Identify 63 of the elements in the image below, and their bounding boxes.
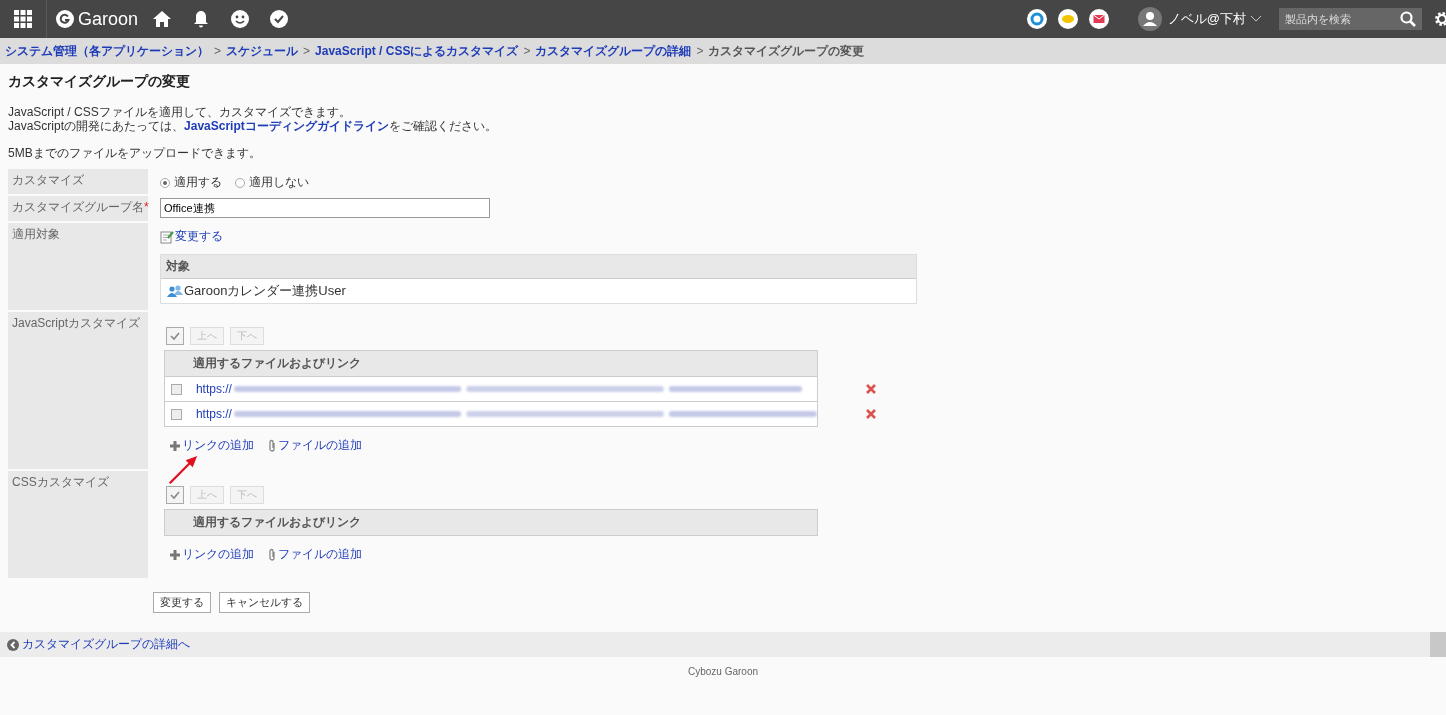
footer-text: Cybozu Garoon	[686, 666, 759, 677]
mail-icon[interactable]	[1088, 9, 1109, 29]
breadcrumb-current: カスタマイズグループの変更	[708, 42, 865, 60]
field-label: 適用対象	[8, 223, 148, 310]
breadcrumb-separator: >	[523, 44, 531, 58]
user-group-icon	[167, 285, 183, 297]
table-cell: Garoonカレンダー連携User	[184, 282, 346, 300]
logo-icon	[56, 10, 74, 28]
paperclip-icon[interactable]	[268, 547, 276, 562]
checkbox[interactable]	[171, 408, 182, 420]
delete-icon[interactable]	[866, 409, 876, 419]
checkbox[interactable]	[171, 383, 182, 395]
change-link[interactable]: 変更する	[175, 228, 223, 245]
app-grid-icon[interactable]	[14, 10, 32, 28]
settings-icon[interactable]	[1434, 11, 1446, 27]
plus-icon[interactable]	[170, 549, 180, 560]
upload-note: 5MBまでのファイルをアップロードできます。	[8, 145, 262, 162]
group-name-field[interactable]: Office連携	[160, 198, 490, 218]
breadcrumb-link[interactable]: システム管理（各アプリケーション）	[5, 42, 209, 60]
breadcrumb-separator: >	[214, 44, 221, 58]
breadcrumb-link[interactable]: JavaScript / CSSによるカスタマイズ	[315, 42, 519, 60]
breadcrumb-link[interactable]: カスタマイズグループの詳細	[535, 42, 692, 60]
paperclip-icon[interactable]	[268, 438, 276, 453]
page-title: カスタマイズグループの変更	[8, 73, 191, 91]
search-field[interactable]: 製品内を検索	[1279, 8, 1422, 30]
back-link[interactable]: カスタマイズグループの詳細へ	[22, 636, 190, 653]
column-header: 適用するファイルおよびリンク	[165, 510, 817, 535]
breadcrumb-separator: >	[303, 44, 311, 58]
app-name[interactable]: Garoon	[78, 8, 139, 30]
add-link[interactable]: リンクの追加	[182, 437, 254, 454]
form-button[interactable]: 変更する	[153, 592, 211, 613]
breadcrumb-separator: >	[696, 44, 704, 58]
column-header: 対象	[161, 255, 916, 279]
delete-icon[interactable]	[866, 384, 876, 394]
field-label: カスタマイズ	[8, 169, 148, 194]
field-label: カスタマイズグループ名*	[8, 196, 148, 221]
radio-option[interactable]: 適用する	[160, 174, 222, 191]
add-file-link[interactable]: ファイルの追加	[278, 437, 362, 454]
edit-note-icon[interactable]	[160, 229, 174, 244]
guideline-link[interactable]: JavaScriptコーディングガイドライン	[184, 119, 389, 133]
search-icon[interactable]	[1400, 11, 1416, 27]
user-avatar-icon[interactable]	[1137, 7, 1162, 31]
smiley-icon[interactable]	[230, 9, 251, 29]
intro-text: JavaScriptの開発にあたっては、JavaScriptコーディングガイドラインをご確認ください。	[8, 119, 498, 133]
column-header: 適用するファイルおよびリンク	[165, 351, 817, 376]
add-link[interactable]: リンクの追加	[182, 546, 254, 563]
file-link[interactable]: https://	[195, 382, 232, 396]
home-icon[interactable]	[152, 9, 173, 29]
ring-icon[interactable]	[1026, 9, 1047, 29]
form-button[interactable]: キャンセルする	[219, 592, 310, 613]
back-arrow-icon[interactable]	[7, 638, 19, 651]
radio-option[interactable]: 適用しない	[235, 174, 309, 191]
add-file-link[interactable]: ファイルの追加	[278, 546, 362, 563]
select-all-checkbox[interactable]	[166, 486, 184, 504]
file-link[interactable]: https://	[195, 407, 232, 421]
intro-text: JavaScript / CSSファイルを適用して、カスタマイズできます。	[8, 105, 352, 119]
chevron-down-icon[interactable]	[1251, 16, 1261, 22]
select-all-checkbox[interactable]	[166, 327, 184, 345]
breadcrumb-link[interactable]: スケジュール	[226, 42, 298, 60]
field-label: JavaScriptカスタマイズ	[8, 312, 148, 469]
plus-icon[interactable]	[170, 440, 180, 451]
field-label: CSSカスタマイズ	[8, 471, 148, 578]
user-menu[interactable]: ノベル@下村	[1167, 10, 1246, 28]
